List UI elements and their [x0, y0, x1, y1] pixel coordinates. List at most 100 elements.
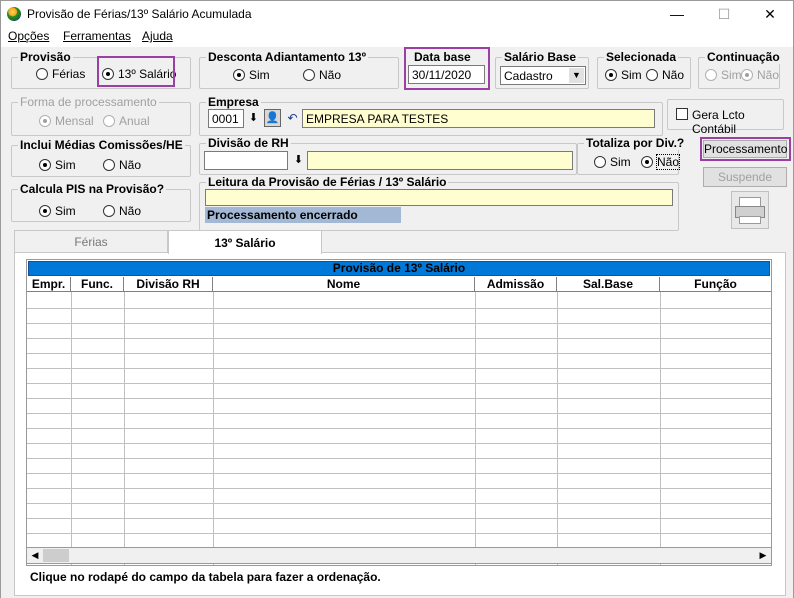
empresa-code-input[interactable]: 0001	[208, 109, 244, 128]
table-row	[27, 503, 771, 504]
data-grid: Provisão de 13º Salário Empr. Func. Divi…	[26, 259, 772, 566]
totaliza-label: Totaliza por Div.?	[584, 136, 687, 150]
suspende-button[interactable]: Suspende	[703, 167, 787, 187]
grid-column-line	[71, 292, 72, 565]
grid-column-line	[557, 292, 558, 565]
table-row	[27, 308, 771, 309]
empresa-name-field: EMPRESA PARA TESTES	[302, 109, 655, 128]
radio-circle-icon	[103, 205, 115, 217]
menu-ferramentas[interactable]: Ferramentas	[63, 29, 131, 43]
calcula-pis-group: Calcula PIS na Provisão? Sim Não	[11, 182, 191, 222]
table-row	[27, 398, 771, 399]
calcula-pis-nao-radio[interactable]: Não	[103, 204, 141, 218]
provisao-ferias-radio[interactable]: Férias	[36, 67, 85, 81]
radio-circle-icon	[103, 115, 115, 127]
column-header-admissao[interactable]: Admissão	[475, 277, 557, 292]
table-row	[27, 473, 771, 474]
radio-circle-icon	[646, 69, 658, 81]
horizontal-scrollbar[interactable]: ◀ ▶	[26, 547, 772, 564]
undo-icon[interactable]: ↶	[284, 109, 301, 127]
forma-anual-radio[interactable]: Anual	[103, 114, 150, 128]
close-button[interactable]: ✕	[747, 1, 793, 27]
maximize-button[interactable]: ☐	[701, 1, 747, 27]
highlight-13-salario	[97, 56, 175, 87]
table-row	[27, 368, 771, 369]
grid-header: Empr. Func. Divisão RH Nome Admissão Sal…	[27, 277, 771, 292]
gera-lcto-group: Gera Lcto Contábil	[667, 99, 784, 136]
leitura-field	[205, 189, 673, 206]
table-row	[27, 383, 771, 384]
radio-selected-icon	[641, 156, 653, 168]
radio-selected-icon	[39, 159, 51, 171]
divisao-name-field	[307, 151, 573, 170]
window-title: Provisão de Férias/13º Salário Acumulada	[27, 7, 252, 21]
tab-13-salario[interactable]: 13º Salário	[168, 230, 322, 254]
inclui-nao-radio[interactable]: Não	[103, 158, 141, 172]
continuacao-label: Continuação	[705, 50, 782, 64]
desconta-group: Desconta Adiantamento 13º Sim Não	[199, 50, 399, 89]
continuacao-group: Continuação Sim Não	[698, 50, 782, 89]
selecionada-nao-radio[interactable]: Não	[646, 68, 684, 82]
totaliza-nao-radio[interactable]: Não	[641, 154, 681, 170]
column-header-empr[interactable]: Empr.	[27, 277, 71, 292]
download-arrow-icon[interactable]: ⬇	[291, 152, 306, 169]
column-header-divisao[interactable]: Divisão RH	[124, 277, 213, 292]
grid-column-line	[213, 292, 214, 565]
calcula-pis-label: Calcula PIS na Provisão?	[18, 182, 167, 196]
status-bar: Processamento encerrado	[205, 207, 401, 223]
leitura-label: Leitura da Provisão de Férias / 13º Salá…	[206, 175, 449, 189]
menu-bar: Opções Ferramentas Ajuda	[1, 27, 793, 47]
radio-selected-icon	[605, 69, 617, 81]
calcula-pis-sim-radio[interactable]: Sim	[39, 204, 76, 218]
highlight-data-base	[404, 47, 490, 90]
scroll-thumb[interactable]	[43, 549, 69, 562]
title-bar: Provisão de Férias/13º Salário Acumulada…	[1, 1, 793, 27]
column-header-salbase[interactable]: Sal.Base	[557, 277, 660, 292]
radio-circle-icon	[705, 69, 717, 81]
desconta-sim-radio[interactable]: Sim	[233, 68, 270, 82]
gera-lcto-checkbox[interactable]	[676, 108, 688, 120]
chevron-down-icon[interactable]: ▼	[569, 68, 584, 83]
divisao-code-input[interactable]	[204, 151, 288, 170]
menu-opcoes[interactable]: Opções	[8, 29, 49, 43]
minimize-button[interactable]: —	[654, 1, 700, 27]
inclui-sim-radio[interactable]: Sim	[39, 158, 76, 172]
inclui-group: Inclui Médias Comissões/HE Sim Não	[11, 138, 191, 177]
empresa-label: Empresa	[206, 95, 261, 109]
table-row	[27, 353, 771, 354]
scroll-left-icon[interactable]: ◀	[28, 549, 42, 562]
grid-column-line	[660, 292, 661, 565]
selecionada-label: Selecionada	[604, 50, 679, 64]
salario-base-select[interactable]: Cadastro ▼	[500, 66, 586, 85]
print-button[interactable]	[731, 191, 769, 229]
selecionada-sim-radio[interactable]: Sim	[605, 68, 642, 82]
column-header-func[interactable]: Func.	[71, 277, 124, 292]
search-person-icon[interactable]: 👤	[264, 109, 281, 127]
radio-selected-icon	[741, 69, 753, 81]
continuacao-nao-radio[interactable]: Não	[741, 68, 779, 82]
radio-circle-icon	[36, 68, 48, 80]
tab-ferias[interactable]: Férias	[14, 230, 168, 252]
download-arrow-icon[interactable]: ⬇	[246, 110, 261, 127]
menu-ajuda[interactable]: Ajuda	[142, 29, 173, 43]
desconta-label: Desconta Adiantamento 13º	[206, 50, 368, 64]
column-header-funcao[interactable]: Função	[660, 277, 771, 292]
forma-label: Forma de processamento	[18, 95, 159, 109]
forma-mensal-radio[interactable]: Mensal	[39, 114, 94, 128]
desconta-nao-radio[interactable]: Não	[303, 68, 341, 82]
continuacao-sim-radio[interactable]: Sim	[705, 68, 742, 82]
client-area: Provisão Férias 13º Salário Desconta Adi…	[1, 47, 793, 598]
forma-group: Forma de processamento Mensal Anual	[11, 95, 191, 136]
column-header-nome[interactable]: Nome	[213, 277, 475, 292]
salario-base-label: Salário Base	[502, 50, 579, 64]
table-row	[27, 533, 771, 534]
totaliza-sim-radio[interactable]: Sim	[594, 155, 631, 169]
totaliza-group: Totaliza por Div.? Sim Não	[577, 136, 687, 175]
table-row	[27, 443, 771, 444]
application-window: Provisão de Férias/13º Salário Acumulada…	[0, 0, 794, 598]
scroll-right-icon[interactable]: ▶	[756, 549, 770, 562]
radio-selected-icon	[39, 205, 51, 217]
radio-selected-icon	[39, 115, 51, 127]
table-row	[27, 413, 771, 414]
table-row	[27, 458, 771, 459]
